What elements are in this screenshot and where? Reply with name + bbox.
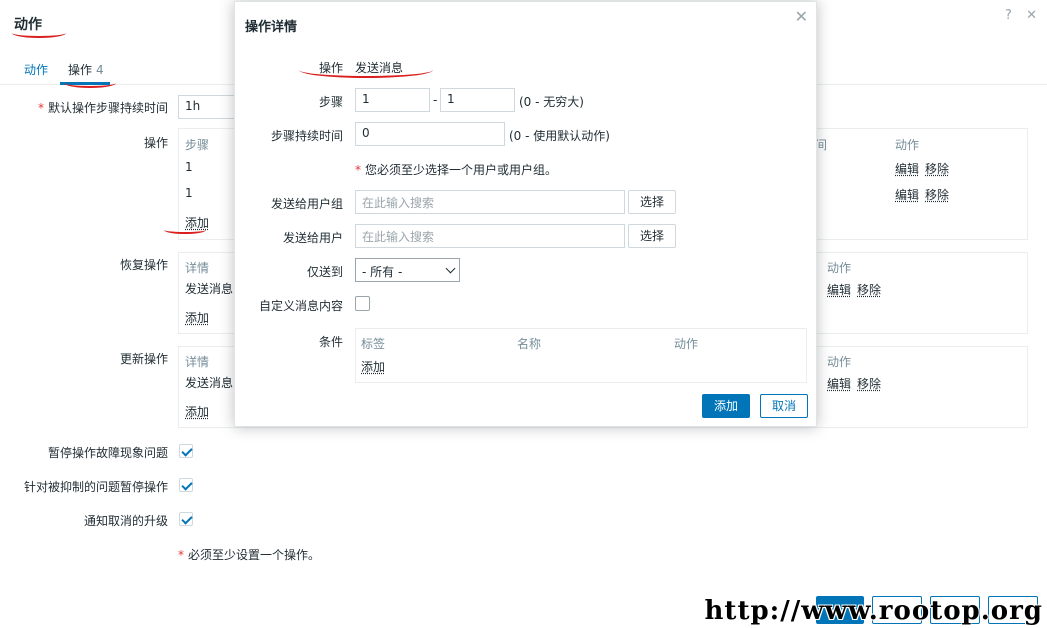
help-icon[interactable]: ? [1005,8,1012,23]
remove-link[interactable]: 移除 [925,160,949,177]
recipient-warning: * 您必须至少选择一个用户或用户组。 [355,163,558,177]
edit-link[interactable]: 编辑 [827,281,851,298]
col-details: 详情 [185,261,210,275]
chevron-down-icon [445,263,456,274]
select-groups-button[interactable]: 选择 [628,190,676,214]
cancel-button[interactable]: 取消 [760,394,808,418]
required-note: * 必须至少设置一个操作。 [178,548,321,562]
steps-to-input[interactable]: 1 [440,88,515,112]
col-name: 名称 [517,337,542,351]
red-underline-annotation [64,78,116,88]
send-only-to-value: - 所有 - [362,265,403,279]
custom-message-label: 自定义消息内容 [258,299,343,313]
tab-operations[interactable]: 操作 4 [68,61,104,78]
conditions-label: 条件 [318,335,343,349]
steps-dash: - [433,93,438,107]
edit-link[interactable]: 编辑 [895,160,919,177]
close-icon[interactable]: ✕ [795,7,808,26]
pause-symptoms-checkbox[interactable] [179,444,193,458]
select-users-button[interactable]: 选择 [628,224,676,248]
default-step-duration-label: * 默认操作步骤持续时间 [37,101,168,115]
conditions-table: 标签 名称 动作 添加 [355,328,807,383]
step-duration-hint: (0 - 使用默认动作) [509,129,610,143]
col-action: 动作 [827,355,852,369]
step-duration-input[interactable]: 0 [355,122,505,146]
red-underline-annotation [299,62,433,78]
remove-link[interactable]: 移除 [925,186,949,203]
send-to-users-label: 发送给用户 [282,231,343,245]
table-row-details: 发送消息 [185,376,234,390]
edit-link[interactable]: 编辑 [827,375,851,392]
col-steps: 步骤 [185,138,210,152]
default-step-duration-input[interactable]: 1h [178,95,238,119]
send-to-groups-input[interactable]: 在此输入搜索 [355,190,625,214]
custom-message-checkbox[interactable] [355,296,370,311]
watermark: http://www.rootop.org [704,596,1043,626]
add-update-link[interactable]: 添加 [185,403,209,420]
red-underline-annotation [164,226,206,234]
steps-label: 步骤 [318,95,343,109]
red-underline-annotation [12,28,66,38]
send-only-to-label: 仅送到 [306,265,343,279]
send-to-groups-label: 发送给用户组 [270,197,343,211]
col-action: 动作 [895,138,920,152]
close-icon[interactable]: ✕ [1026,8,1037,23]
add-button[interactable]: 添加 [702,394,750,418]
remove-link[interactable]: 移除 [857,281,881,298]
pause-suppressed-checkbox[interactable] [179,478,193,492]
col-action: 动作 [827,261,852,275]
steps-from-input[interactable]: 1 [355,88,430,112]
remove-link[interactable]: 移除 [857,375,881,392]
operations-label: 操作 [143,136,168,150]
step-duration-label: 步骤持续时间 [270,129,343,143]
table-row-step: 1 [185,186,193,200]
add-condition-link[interactable]: 添加 [361,358,385,375]
tab-operations-label: 操作 [68,63,93,77]
operation-details-dialog: 操作详情 ✕ 操作 发送消息 步骤 1 - 1 (0 - 无穷大) 步骤持续时间… [234,1,817,427]
recovery-operations-label: 恢复操作 [119,258,168,272]
notify-cancelled-checkbox[interactable] [179,512,193,526]
col-action: 动作 [674,337,699,351]
dialog-title: 操作详情 [245,20,298,35]
edit-link[interactable]: 编辑 [895,186,919,203]
col-details: 详情 [185,355,210,369]
tab-action[interactable]: 动作 [24,61,48,78]
table-row-details: 发送消息 [185,282,234,296]
tab-operations-count: 4 [96,63,104,77]
send-only-to-select[interactable]: - 所有 - [355,258,460,282]
steps-hint: (0 - 无穷大) [519,95,584,109]
col-label: 标签 [361,337,386,351]
tab-bar: 动作 操作 4 [24,61,104,78]
send-to-users-input[interactable]: 在此输入搜索 [355,224,625,248]
notify-cancelled-label: 通知取消的升级 [83,514,168,528]
add-recovery-link[interactable]: 添加 [185,309,209,326]
pause-symptoms-label: 暂停操作故障现象问题 [47,446,168,460]
update-operations-label: 更新操作 [119,352,168,366]
table-row-step: 1 [185,160,193,174]
dialog-controls: ? ✕ [995,8,1037,23]
pause-suppressed-label: 针对被抑制的问题暂停操作 [23,480,168,494]
